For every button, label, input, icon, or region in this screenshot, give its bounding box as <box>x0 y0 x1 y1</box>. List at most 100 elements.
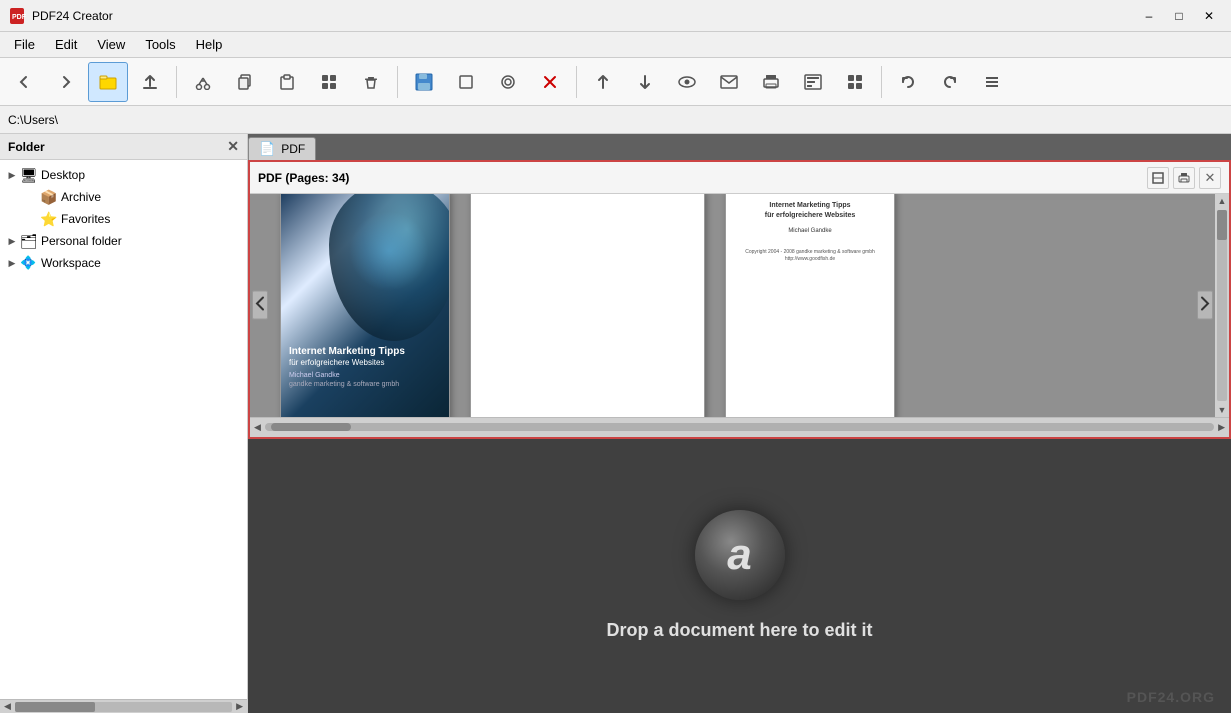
pdf-scroll-track <box>265 423 1214 431</box>
pdf-viewer-controls: ✕ <box>1147 167 1221 189</box>
app-icon: PDF <box>8 7 26 25</box>
separator-3 <box>576 66 577 98</box>
app-title: PDF24 Creator <box>32 9 1135 23</box>
pdf-page-2 <box>470 194 705 417</box>
h-scroll-track <box>15 702 232 712</box>
folder-header-label: Folder <box>8 140 45 154</box>
folder-close-button[interactable]: ✕ <box>227 138 239 155</box>
h-scroll-right[interactable]: ▶ <box>234 701 245 712</box>
minimize-button[interactable]: – <box>1135 4 1163 28</box>
book-author: Michael Gandke <box>289 371 441 380</box>
v-scroll-thumb <box>1217 210 1227 240</box>
book-title: Internet Marketing Tipps <box>289 345 441 358</box>
label-personal: Personal folder <box>41 234 122 248</box>
save-button[interactable] <box>404 62 444 102</box>
address-path: C:\Users\ <box>8 113 58 127</box>
close-button[interactable]: ✕ <box>1195 4 1223 28</box>
tree-item-personal[interactable]: ▶ 🗂 Personal folder <box>0 230 247 252</box>
separator-4 <box>881 66 882 98</box>
icon-archive: 📦 <box>40 189 58 205</box>
v-scroll-down[interactable]: ▼ <box>1218 403 1227 417</box>
pdf-viewer-panel: PDF (Pages: 34) ✕ <box>248 160 1231 439</box>
h-scroll-thumb <box>15 702 95 712</box>
menu-view[interactable]: View <box>87 35 135 54</box>
expander-desktop[interactable]: ▶ <box>4 167 20 183</box>
menu-help[interactable]: Help <box>186 35 233 54</box>
expander-personal[interactable]: ▶ <box>4 233 20 249</box>
cut-button[interactable] <box>183 62 223 102</box>
compress-button[interactable] <box>793 62 833 102</box>
maximize-button[interactable]: □ <box>1165 4 1193 28</box>
tree-item-archive[interactable]: 📦 Archive <box>0 186 247 208</box>
label-archive: Archive <box>61 190 101 204</box>
email-button[interactable] <box>709 62 749 102</box>
pdf-print-button[interactable] <box>1173 167 1195 189</box>
delete-button[interactable] <box>351 62 391 102</box>
remove-pages-button[interactable] <box>530 62 570 102</box>
label-workspace: Workspace <box>41 256 101 270</box>
combine-button[interactable] <box>488 62 528 102</box>
book-cover-text: Internet Marketing Tipps für erfolgreich… <box>289 345 441 390</box>
tree-item-workspace[interactable]: ▶ 💠 Workspace <box>0 252 247 274</box>
grid-view-button[interactable] <box>309 62 349 102</box>
forward-button[interactable] <box>46 62 86 102</box>
pdf-page-3-content: Internet Marketing Tippsfür erfolgreiche… <box>726 194 894 273</box>
preview-button[interactable] <box>667 62 707 102</box>
pdf-scroll-left[interactable]: ◀ <box>254 422 261 433</box>
separator-2 <box>397 66 398 98</box>
rotate-ccw-button[interactable] <box>888 62 928 102</box>
window-controls: – □ ✕ <box>1135 4 1223 28</box>
crop-button[interactable] <box>446 62 486 102</box>
move-up-button[interactable] <box>583 62 623 102</box>
menu-file[interactable]: File <box>4 35 45 54</box>
v-scroll-up[interactable]: ▲ <box>1218 194 1227 208</box>
expander-archive <box>24 189 40 205</box>
more-button[interactable] <box>972 62 1012 102</box>
page3-author: Michael Gandke <box>736 227 884 235</box>
copy-button[interactable] <box>225 62 265 102</box>
page3-title: Internet Marketing Tippsfür erfolgreiche… <box>736 201 884 221</box>
pdf-pages-container: Internet Marketing Tipps für erfolgreich… <box>250 194 1215 417</box>
toolbar <box>0 58 1231 106</box>
footer-brand: PDF24.ORG <box>1127 689 1215 705</box>
expander-workspace[interactable]: ▶ <box>4 255 20 271</box>
pdf-page-3: Internet Marketing Tippsfür erfolgreiche… <box>725 194 895 417</box>
icon-desktop: 🖥 <box>20 167 38 183</box>
rotate-cw-button[interactable] <box>930 62 970 102</box>
menu-tools[interactable]: Tools <box>135 35 185 54</box>
h-scroll-left[interactable]: ◀ <box>2 701 13 712</box>
pdf-snap-button[interactable] <box>1147 167 1169 189</box>
pdf-pages-row: Internet Marketing Tipps für erfolgreich… <box>250 194 1229 417</box>
back-button[interactable] <box>4 62 44 102</box>
svg-text:PDF: PDF <box>12 14 26 21</box>
separator-1 <box>176 66 177 98</box>
tools-grid-button[interactable] <box>835 62 875 102</box>
icon-favorites: ⭐ <box>40 211 58 227</box>
open-folder-button[interactable] <box>88 62 128 102</box>
paste-button[interactable] <box>267 62 307 102</box>
drop-icon-letter: a <box>727 530 751 580</box>
menu-edit[interactable]: Edit <box>45 35 87 54</box>
pdf-page-next[interactable] <box>1197 291 1213 320</box>
move-down-button[interactable] <box>625 62 665 102</box>
tree-item-desktop[interactable]: ▶ 🖥 Desktop <box>0 164 247 186</box>
tab-pdf-icon: 📄 <box>259 141 275 157</box>
level-up-button[interactable] <box>130 62 170 102</box>
page3-copyright: Copyright 2004 - 2008 gandke marketing &… <box>736 249 884 263</box>
pdf-scroll-right[interactable]: ▶ <box>1218 422 1225 433</box>
pdf-close-button[interactable]: ✕ <box>1199 167 1221 189</box>
label-desktop: Desktop <box>41 168 85 182</box>
label-favorites: Favorites <box>61 212 110 226</box>
tree-item-favorites[interactable]: ⭐ Favorites <box>0 208 247 230</box>
pdf-scroll-thumb <box>271 423 351 431</box>
pdf-pages-flex: Internet Marketing Tipps für erfolgreich… <box>250 194 925 417</box>
book-publisher: gandke marketing & software gmbh <box>289 380 441 389</box>
address-bar: C:\Users\ <box>0 106 1231 134</box>
tab-pdf-label: PDF <box>281 142 305 156</box>
pdf-viewer-title: PDF (Pages: 34) <box>258 171 349 185</box>
left-panel-scrollbar: ◀ ▶ <box>0 699 247 713</box>
print-button[interactable] <box>751 62 791 102</box>
pdf-tab[interactable]: 📄 PDF <box>248 137 316 160</box>
pdf-page-prev[interactable] <box>252 291 268 320</box>
title-bar: PDF PDF24 Creator – □ ✕ <box>0 0 1231 32</box>
